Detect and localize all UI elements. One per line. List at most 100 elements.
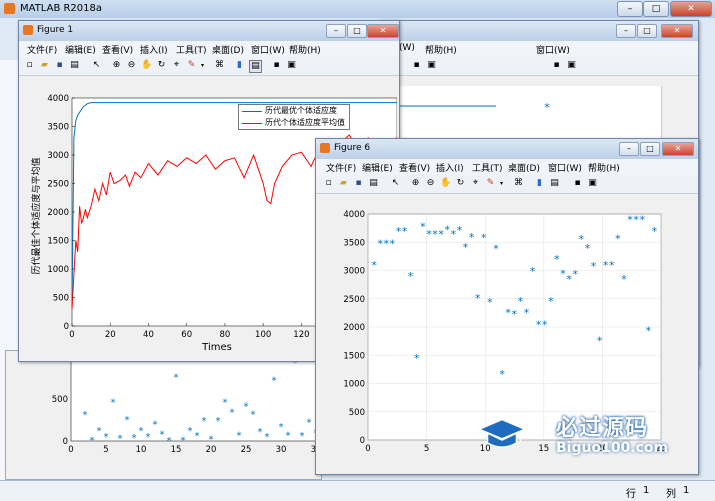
fig6-minimize-button[interactable]: – [619,142,639,156]
print-icon[interactable]: ▤ [69,60,80,71]
bg-toolbar-icon[interactable]: ▣ [566,60,577,71]
bg-menu-window-2[interactable]: 窗口(W) [536,43,570,56]
print-icon[interactable]: ▤ [368,178,379,189]
data-cursor-icon[interactable]: ⌖ [470,178,481,189]
brush-dropdown-icon[interactable]: ▾ [197,60,208,71]
new-figure-icon[interactable]: ▫ [323,178,334,189]
scatter-point: * [153,419,158,430]
save-icon[interactable]: ▪ [54,60,65,71]
zoom-out-icon[interactable]: ⊖ [126,60,137,71]
menu-edit[interactable]: 编辑(E) [362,161,393,174]
new-figure-icon[interactable]: ▫ [24,60,35,71]
edit-plot-icon[interactable]: ↖ [91,60,102,71]
save-icon[interactable]: ▪ [353,178,364,189]
x-tick-label: 5 [103,445,108,455]
rotate-3d-icon[interactable]: ↻ [156,60,167,71]
fig6-close-button[interactable]: ✕ [662,142,694,156]
scatter-point: * [139,426,144,437]
fig1-minimize-button[interactable]: – [326,24,346,38]
scatter-point: * [524,306,530,319]
graduation-cap-icon [478,418,526,448]
link-plot-icon[interactable]: ⌘ [513,178,524,189]
brush-icon[interactable]: ✎ [186,60,197,71]
scatter-point: * [451,228,457,241]
scatter-point: * [639,214,645,227]
bg-toolbar-icon[interactable]: ▪ [411,60,422,71]
scatter-point: * [146,432,151,443]
fig1-maximize-button[interactable]: □ [347,24,367,38]
figure-1-title-bar: Figure 1 – □ ✕ [19,21,399,41]
menu-insert[interactable]: 插入(I) [140,43,168,56]
x-tick-label: 10 [136,445,147,455]
colorbar-icon[interactable]: ▮ [534,178,545,189]
show-tools-icon[interactable]: ▣ [587,178,598,189]
menu-view[interactable]: 查看(V) [102,43,133,56]
scatter-point: * [125,415,130,426]
y-tick-label: 1000 [47,265,69,275]
data-cursor-icon[interactable]: ⌖ [171,60,182,71]
scatter-point: * [132,433,137,444]
fig6-maximize-button[interactable]: □ [640,142,660,156]
menu-file[interactable]: 文件(F) [326,161,356,174]
menu-help[interactable]: 帮助(H) [588,161,620,174]
open-file-icon[interactable]: ▰ [338,178,349,189]
scatter-point: * [621,273,627,286]
maximize-button[interactable]: □ [643,1,669,17]
x-tick-label: 5 [424,444,429,454]
hide-tools-icon[interactable]: ▪ [572,178,583,189]
bg-toolbar-icon[interactable]: ▪ [551,60,562,71]
brush-dropdown-icon[interactable]: ▾ [496,178,507,189]
y-tick-label: 2500 [343,295,365,305]
pan-icon[interactable]: ✋ [440,178,451,189]
hide-tools-icon[interactable]: ▪ [271,60,282,71]
zoom-in-icon[interactable]: ⊕ [111,60,122,71]
menu-help[interactable]: 帮助(H) [289,43,321,56]
menu-insert[interactable]: 插入(I) [436,161,464,174]
menu-tools[interactable]: 工具(T) [176,43,207,56]
y-tick-label: 1000 [343,380,365,390]
scatter-point: * [542,319,548,332]
bg-menu-help[interactable]: 帮助(H) [425,43,457,56]
menu-window[interactable]: 窗口(W) [548,161,582,174]
status-bar: 行 1 列 1 [0,480,715,501]
rotate-3d-icon[interactable]: ↻ [455,178,466,189]
scatter-point: * [597,335,603,348]
zoom-in-icon[interactable]: ⊕ [410,178,421,189]
bg-fig-close-button[interactable]: ✕ [661,24,693,38]
link-plot-icon[interactable]: ⌘ [214,60,225,71]
bg-fig-maximize-button[interactable]: □ [637,24,657,38]
menu-desktop[interactable]: 桌面(D) [212,43,244,56]
menu-window[interactable]: 窗口(W) [251,43,285,56]
close-button[interactable]: ✕ [670,1,712,17]
menu-desktop[interactable]: 桌面(D) [508,161,540,174]
edit-plot-icon[interactable]: ↖ [390,178,401,189]
y-tick-label: 500 [349,408,365,418]
bg-fig-minimize-button[interactable]: – [616,24,636,38]
scatter-point: * [402,225,408,238]
minimize-button[interactable]: – [617,1,643,17]
brush-icon[interactable]: ✎ [485,178,496,189]
figure-1-toolbar: ▫ ▰ ▪ ▤ ↖ ⊕ ⊖ ✋ ↻ ⌖ ✎ ▾ ⌘ ▮ ▤ ▪ ▣ [19,57,399,76]
show-tools-icon[interactable]: ▣ [286,60,297,71]
colorbar-icon[interactable]: ▮ [234,60,245,71]
menu-file[interactable]: 文件(F) [27,43,57,56]
menu-view[interactable]: 查看(V) [399,161,430,174]
pan-icon[interactable]: ✋ [141,60,152,71]
x-tick-label: 100 [255,330,271,340]
y-tick-label: 3000 [47,151,69,161]
y-tick-label: 2000 [47,208,69,218]
scatter-point: * [499,368,505,381]
legend-icon[interactable]: ▤ [249,60,262,73]
bg-toolbar-icon[interactable]: ▣ [426,60,437,71]
matlab-title-bar: MATLAB R2018a – □ ✕ [0,0,715,18]
scatter-point: * [438,228,444,241]
scatter-point: * [426,228,432,241]
background-figure-title-bar: – □ ✕ [381,21,698,41]
open-file-icon[interactable]: ▰ [39,60,50,71]
zoom-out-icon[interactable]: ⊖ [425,178,436,189]
fig1-close-button[interactable]: ✕ [367,24,399,38]
menu-tools[interactable]: 工具(T) [472,161,503,174]
menu-edit[interactable]: 编辑(E) [65,43,96,56]
legend-icon[interactable]: ▤ [549,178,560,189]
bg-menu-window[interactable]: (W) [399,43,415,53]
